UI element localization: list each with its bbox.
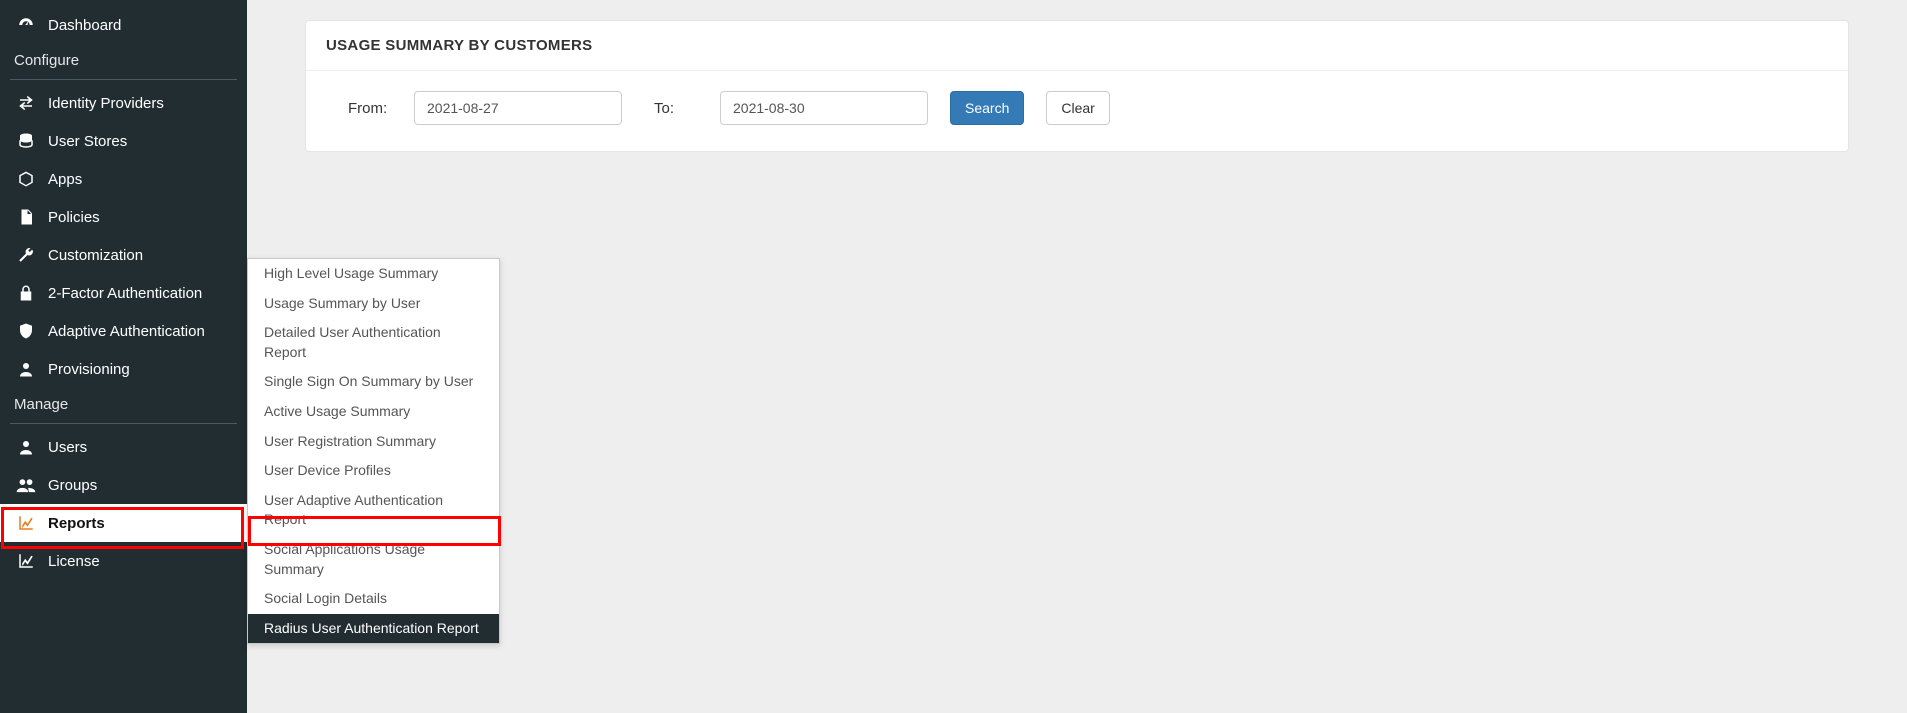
sidebar-item-label: 2-Factor Authentication	[48, 285, 202, 302]
shield-icon	[14, 322, 38, 340]
divider	[10, 423, 237, 424]
sidebar-item-label: Provisioning	[48, 361, 130, 378]
sidebar-item-label: Reports	[48, 515, 105, 532]
submenu-item-user-registration[interactable]: User Registration Summary	[248, 427, 499, 457]
sidebar-item-label: License	[48, 553, 100, 570]
cube-icon	[14, 170, 38, 188]
usage-summary-panel: USAGE SUMMARY BY CUSTOMERS From: To: Sea…	[305, 20, 1849, 152]
sidebar: Dashboard Configure Identity Providers U…	[0, 0, 247, 713]
sidebar-item-users[interactable]: Users	[0, 428, 247, 466]
lock-icon	[14, 284, 38, 302]
user-icon	[14, 360, 38, 378]
submenu-item-active-usage[interactable]: Active Usage Summary	[248, 397, 499, 427]
divider	[10, 79, 237, 80]
submenu-item-user-adaptive-auth[interactable]: User Adaptive Authentication Report	[248, 486, 499, 535]
sidebar-item-license[interactable]: License	[0, 542, 247, 580]
submenu-item-radius-user-auth[interactable]: Radius User Authentication Report	[248, 614, 499, 644]
submenu-item-usage-by-user[interactable]: Usage Summary by User	[248, 289, 499, 319]
sidebar-item-label: Dashboard	[48, 17, 121, 34]
submenu-item-social-apps-usage[interactable]: Social Applications Usage Summary	[248, 535, 499, 584]
database-icon	[14, 132, 38, 150]
clear-button[interactable]: Clear	[1046, 91, 1109, 125]
sidebar-item-label: Identity Providers	[48, 95, 164, 112]
sidebar-item-label: Customization	[48, 247, 143, 264]
sidebar-item-label: Groups	[48, 477, 97, 494]
sidebar-item-reports[interactable]: Reports	[0, 504, 247, 542]
wrench-icon	[14, 246, 38, 264]
sidebar-item-two-factor[interactable]: 2-Factor Authentication	[0, 274, 247, 312]
sidebar-item-provisioning[interactable]: Provisioning	[0, 350, 247, 388]
submenu-item-user-device-profiles[interactable]: User Device Profiles	[248, 456, 499, 486]
sidebar-item-label: Adaptive Authentication	[48, 323, 205, 340]
panel-title: USAGE SUMMARY BY CUSTOMERS	[306, 21, 1848, 71]
to-date-input[interactable]	[720, 91, 928, 125]
chart-icon	[14, 552, 38, 570]
sidebar-item-adaptive-auth[interactable]: Adaptive Authentication	[0, 312, 247, 350]
sidebar-item-apps[interactable]: Apps	[0, 160, 247, 198]
sidebar-item-label: User Stores	[48, 133, 127, 150]
sidebar-item-groups[interactable]: Groups	[0, 466, 247, 504]
filter-row: From: To: Search Clear	[306, 71, 1848, 151]
swap-icon	[14, 94, 38, 112]
sidebar-item-policies[interactable]: Policies	[0, 198, 247, 236]
user-icon	[14, 438, 38, 456]
sidebar-item-customization[interactable]: Customization	[0, 236, 247, 274]
from-label: From:	[348, 100, 392, 117]
sidebar-item-user-stores[interactable]: User Stores	[0, 122, 247, 160]
submenu-item-high-level-usage[interactable]: High Level Usage Summary	[248, 259, 499, 289]
submenu-item-detailed-user-auth[interactable]: Detailed User Authentication Report	[248, 318, 499, 367]
submenu-item-sso-summary[interactable]: Single Sign On Summary by User	[248, 367, 499, 397]
submenu-item-social-login-details[interactable]: Social Login Details	[248, 584, 499, 614]
sidebar-item-label: Apps	[48, 171, 82, 188]
chart-icon	[14, 514, 38, 532]
sidebar-section-manage: Manage	[0, 388, 247, 421]
document-icon	[14, 208, 38, 226]
sidebar-item-label: Users	[48, 439, 87, 456]
sidebar-item-identity-providers[interactable]: Identity Providers	[0, 84, 247, 122]
reports-submenu: High Level Usage Summary Usage Summary b…	[247, 258, 500, 644]
to-label: To:	[654, 100, 698, 117]
users-icon	[14, 476, 38, 494]
sidebar-section-configure: Configure	[0, 44, 247, 77]
sidebar-item-label: Policies	[48, 209, 100, 226]
from-date-input[interactable]	[414, 91, 622, 125]
sidebar-item-dashboard[interactable]: Dashboard	[0, 6, 247, 44]
dashboard-icon	[14, 16, 38, 34]
search-button[interactable]: Search	[950, 91, 1024, 125]
